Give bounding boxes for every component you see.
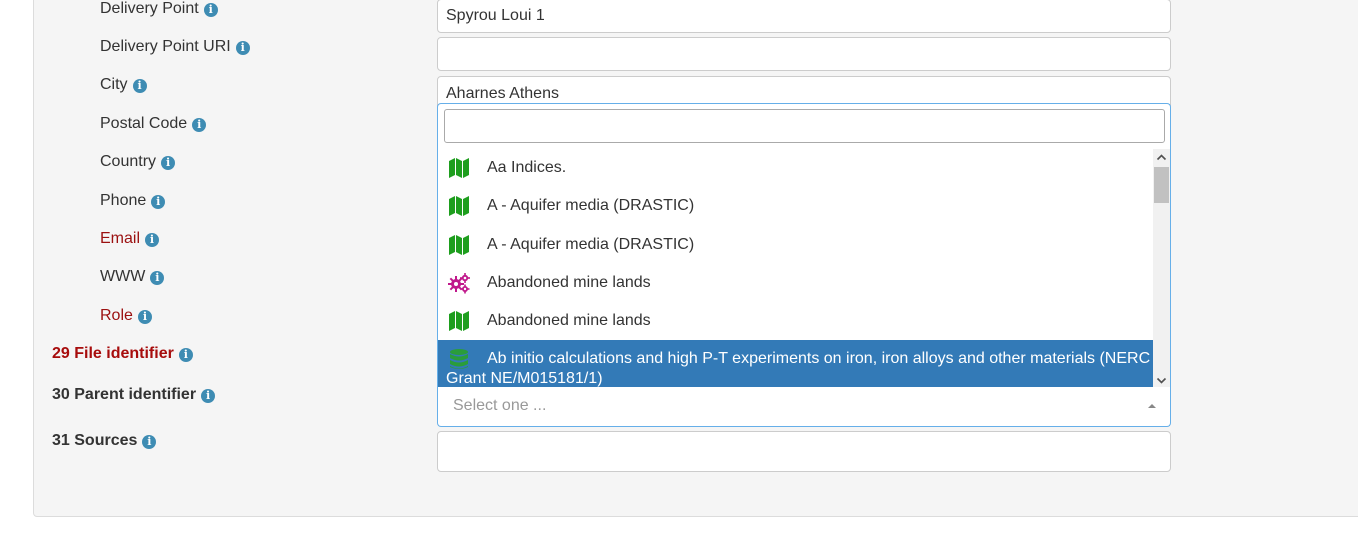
dropdown-option-label: Abandoned mine lands <box>487 273 651 291</box>
country-label: Country i <box>100 152 176 172</box>
phone-label-text: Phone <box>100 192 147 209</box>
delivery-point-label: Delivery Point i <box>100 0 218 19</box>
role-label-text: Role <box>100 307 133 324</box>
file-identifier-label-text: 29 File identifier <box>52 345 174 362</box>
city-label-text: City <box>100 76 128 93</box>
info-icon[interactable]: i <box>161 156 176 170</box>
sources-label: 31 Sources i <box>52 431 157 451</box>
email-label-text: Email <box>100 230 141 247</box>
sources-label-text: 31 Sources <box>52 432 138 449</box>
scroll-down-arrow-icon[interactable] <box>1153 372 1170 388</box>
scrollbar-thumb[interactable] <box>1154 167 1169 203</box>
dropdown-option-label: Abandoned mine lands <box>487 312 651 330</box>
dropdown-option-highlighted[interactable]: Ab initio calculations and high P-T expe… <box>438 340 1153 388</box>
dropdown-option[interactable]: A - Aquifer media (DRASTIC) <box>438 187 1153 225</box>
email-label: Email i <box>100 229 160 249</box>
dropdown-option-label: A - Aquifer media (DRASTIC) <box>487 235 695 253</box>
dropdown-option[interactable]: A - Aquifer media (DRASTIC) <box>438 226 1153 264</box>
dropdown-scrollbar[interactable] <box>1153 149 1170 388</box>
select-placeholder: Select one ... <box>453 397 547 414</box>
database-icon <box>450 349 468 370</box>
role-label: Role i <box>100 306 152 326</box>
map-icon <box>449 234 469 255</box>
parent-identifier-label: 30 Parent identifier i <box>52 385 216 405</box>
dropdown-option-label: A - Aquifer media (DRASTIC) <box>487 197 695 215</box>
info-icon[interactable]: i <box>235 41 250 55</box>
www-label: WWW i <box>100 267 165 287</box>
dropdown-options-list: Aa Indices. A - Aquifer media (DRASTIC) … <box>438 149 1153 388</box>
country-label-text: Country <box>100 153 157 170</box>
info-icon[interactable]: i <box>132 79 147 93</box>
postal-code-label: Postal Code i <box>100 114 207 134</box>
delivery-point-uri-label: Delivery Point URI i <box>100 37 250 57</box>
info-icon[interactable]: i <box>192 118 207 132</box>
map-icon <box>449 158 469 178</box>
dropdown-option[interactable]: Abandoned mine lands <box>438 302 1153 340</box>
caret-up-icon <box>1148 404 1156 408</box>
info-icon[interactable]: i <box>145 233 160 247</box>
info-icon[interactable]: i <box>137 310 152 324</box>
info-icon[interactable]: i <box>150 271 165 285</box>
delivery-point-uri-input[interactable] <box>437 37 1171 71</box>
www-label-text: WWW <box>100 268 146 285</box>
dropdown-option[interactable]: Aa Indices. <box>438 149 1153 187</box>
gears-icon <box>448 272 470 294</box>
delivery-point-uri-label-text: Delivery Point URI <box>100 38 231 55</box>
postal-code-label-text: Postal Code <box>100 115 188 132</box>
dropdown-option[interactable]: Abandoned mine lands <box>438 264 1153 302</box>
scroll-up-arrow-icon[interactable] <box>1153 149 1170 166</box>
sources-input[interactable] <box>437 431 1171 472</box>
dropdown-option-label: Ab initio calculations and high P-T expe… <box>446 350 1151 388</box>
phone-label: Phone i <box>100 191 166 211</box>
dropdown-option-label: Aa Indices. <box>487 159 567 176</box>
delivery-point-input[interactable]: Spyrou Loui 1 <box>437 0 1171 33</box>
parent-identifier-dropdown: Aa Indices. A - Aquifer media (DRASTIC) … <box>437 103 1171 388</box>
info-icon[interactable]: i <box>142 435 157 449</box>
parent-identifier-select[interactable]: Select one ... <box>437 387 1171 427</box>
parent-identifier-label-text: 30 Parent identifier <box>52 386 197 403</box>
info-icon[interactable]: i <box>201 389 216 403</box>
map-icon <box>449 196 469 217</box>
dropdown-search-input[interactable] <box>444 109 1165 143</box>
file-identifier-label: 29 File identifier i <box>52 344 193 364</box>
info-icon[interactable]: i <box>203 3 218 17</box>
info-icon[interactable]: i <box>151 195 166 209</box>
map-icon <box>449 311 469 332</box>
delivery-point-label-text: Delivery Point <box>100 0 199 17</box>
info-icon[interactable]: i <box>178 348 193 362</box>
city-label: City i <box>100 75 147 95</box>
